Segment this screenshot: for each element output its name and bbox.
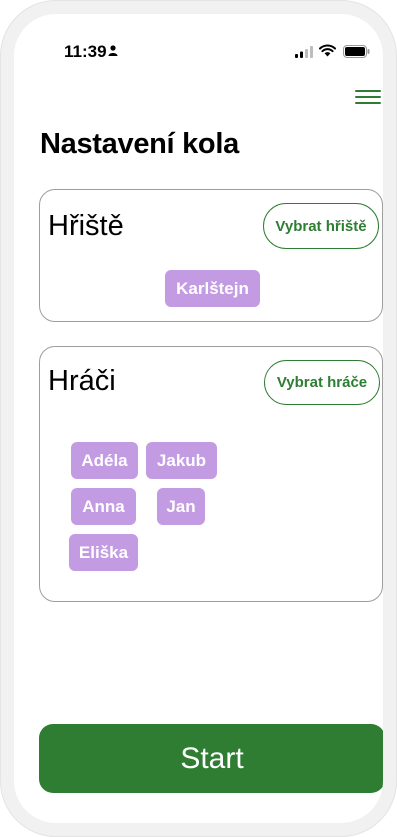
select-players-button[interactable]: Vybrat hráče [264, 360, 380, 405]
field-chip-karlstejn: Karlštejn [165, 270, 260, 307]
players-title: Hráči [48, 365, 116, 397]
battery-icon [343, 45, 370, 58]
person-icon [108, 45, 118, 56]
home-indicator[interactable] [145, 828, 279, 833]
players-card: Hráči Vybrat hráče Adéla Jakub Anna Jan … [39, 346, 383, 602]
phone-frame: 11:39 Nastavení kola Hřiště Vybrat hřišt… [0, 0, 397, 837]
player-chip-anna: Anna [71, 488, 136, 525]
field-title: Hřiště [48, 210, 124, 242]
player-chip-adela: Adéla [71, 442, 138, 479]
hamburger-menu-icon[interactable] [355, 90, 381, 106]
player-chip-jan: Jan [157, 488, 205, 525]
start-button[interactable]: Start [39, 724, 383, 793]
signal-icon [295, 46, 313, 58]
page-title: Nastavení kola [40, 128, 239, 160]
player-chip-jakub: Jakub [146, 442, 217, 479]
wifi-icon [319, 44, 336, 57]
status-time: 11:39 [64, 42, 107, 61]
field-card: Hřiště Vybrat hřiště Karlštejn [39, 189, 383, 322]
select-field-button[interactable]: Vybrat hřiště [263, 203, 379, 249]
player-chip-eliska: Eliška [69, 534, 138, 571]
